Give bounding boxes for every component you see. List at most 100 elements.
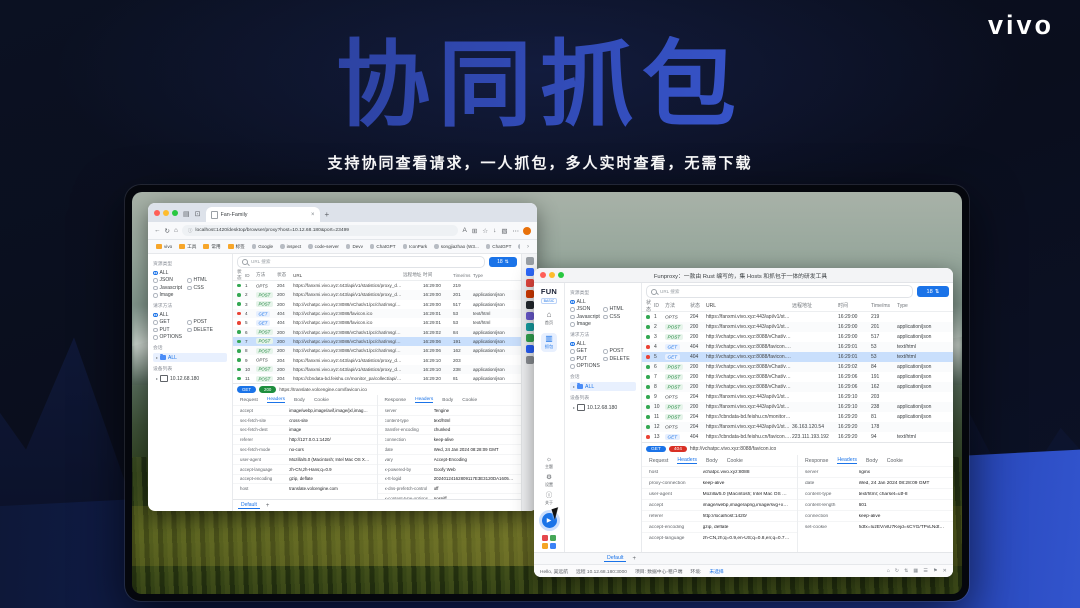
tab[interactable]: Response <box>385 398 407 403</box>
status-icon[interactable]: ✕ <box>943 568 947 574</box>
table-row[interactable]: 9 OPTS 204 https://fanxmi.vivo.xyz:443/a… <box>233 355 521 364</box>
status-icon[interactable]: ▦ <box>913 568 918 574</box>
quick-tool-icon[interactable] <box>542 535 548 541</box>
new-tab-button[interactable]: + <box>325 210 330 219</box>
tab[interactable]: Cookie <box>887 458 903 464</box>
session-tab-default[interactable]: Default <box>604 555 626 562</box>
status-icon[interactable]: ⌂ <box>887 568 890 574</box>
radio-method-get[interactable]: GET <box>570 348 603 356</box>
bookmark-item[interactable]: vivo <box>156 244 172 250</box>
radio-method-delete[interactable]: DELETE <box>187 326 221 334</box>
edge-sidebar-icon[interactable] <box>526 290 534 298</box>
tab[interactable]: Body <box>866 458 878 464</box>
device-item[interactable]: ▸10.12.68.180 <box>153 374 227 383</box>
table-row[interactable]: 1 OPTS 204 https://fanxmi.vivo.xyz:443/a… <box>233 281 521 290</box>
edge-sidebar-icon[interactable] <box>526 279 534 287</box>
table-row[interactable]: 8 POST 200 http://vchatpc.vivo.xyz:8088/… <box>233 346 521 355</box>
radio-resource-image[interactable]: Image <box>570 321 636 329</box>
table-row[interactable]: 10 POST 200 https://fanxmi.vivo.xyz:443/… <box>233 365 521 374</box>
settings-button[interactable]: ⚙设置 <box>545 475 553 488</box>
table-row[interactable]: 6 POST 200 http://vchatpc.vivo.xyz:8088/… <box>642 362 953 372</box>
status-icon[interactable]: ☰ <box>923 568 928 574</box>
edge-sidebar-icon[interactable] <box>526 257 534 265</box>
radio-resource-css[interactable]: CSS <box>187 284 221 292</box>
radio-resource-js[interactable]: Javascript <box>153 284 187 292</box>
table-row[interactable]: 11 POST 204 https://cbndata-bd.feishu.cn… <box>233 374 521 383</box>
close-window-button[interactable] <box>540 272 546 278</box>
radio-resource-html[interactable]: HTML <box>187 277 221 285</box>
radio-resource-all[interactable]: ALL <box>153 269 227 277</box>
edge-sidebar-icon[interactable] <box>526 345 534 353</box>
bookmarks-overflow-chevron[interactable]: › <box>527 244 529 250</box>
radio-method-get[interactable]: GET <box>153 319 187 327</box>
bookmark-item[interactable]: fan-family <box>518 244 520 250</box>
table-row[interactable]: 3 POST 200 http://vchatpc.vivo.xyz:8088/… <box>233 300 521 309</box>
bookmark-item[interactable]: ChatGPT <box>486 244 512 250</box>
about-button[interactable]: ⓘ关于 <box>545 493 553 506</box>
bookmark-item[interactable]: ChatGPT <box>370 244 396 250</box>
edge-sidebar-icon[interactable] <box>526 323 534 331</box>
radio-method-options[interactable]: OPTIONS <box>570 363 636 371</box>
table-row[interactable]: 7 POST 200 http://vchatpc.vivo.xyz:8088/… <box>642 372 953 382</box>
table-row[interactable]: 4 GET 404 http://vchatpc.vivo.xyz:8088/f… <box>233 309 521 318</box>
tab[interactable]: Request <box>240 398 258 403</box>
close-tab-icon[interactable]: × <box>311 212 315 218</box>
session-item-all[interactable]: ▸ALL <box>570 382 636 391</box>
zoom-window-button[interactable] <box>172 210 178 216</box>
device-item[interactable]: ▸10.12.68.180 <box>570 403 636 412</box>
browser-toolbar-icon[interactable]: ▧ <box>501 227 507 235</box>
table-row[interactable]: 13 GET 404 https://cbndata-bd.feishu.cn/… <box>642 432 953 442</box>
radio-method-delete[interactable]: DELETE <box>603 355 636 363</box>
request-count-button[interactable]: 18⇅ <box>489 257 517 267</box>
tab[interactable]: Request <box>649 458 668 464</box>
radio-method-options[interactable]: OPTIONS <box>153 334 227 342</box>
tab[interactable]: Headers <box>267 397 285 403</box>
table-row[interactable]: 8 POST 200 http://vchatpc.vivo.xyz:8088/… <box>642 382 953 392</box>
bookmark-item[interactable]: 标签 <box>228 244 245 250</box>
browser-toolbar-icon[interactable]: ⋯ <box>513 227 520 235</box>
workspaces-icon[interactable]: ⊡ <box>195 210 201 218</box>
tab[interactable]: Headers <box>677 457 697 464</box>
edge-sidebar-icon[interactable] <box>526 301 534 309</box>
search-input[interactable]: URL 搜索 <box>646 285 913 298</box>
table-row[interactable]: 12 OPTS 204 https://fanxmi.vivo.xyz:443/… <box>642 422 953 432</box>
tab[interactable]: Cookie <box>314 398 329 403</box>
status-icon[interactable]: ⚑ <box>933 568 938 574</box>
radio-resource-json[interactable]: JSON <box>570 306 603 314</box>
edge-sidebar-icon[interactable] <box>526 334 534 342</box>
edge-sidebar-icon[interactable] <box>526 356 534 364</box>
table-row[interactable]: 7 POST 200 http://vchatpc.vivo.xyz:8088/… <box>233 337 521 346</box>
radio-method-post[interactable]: POST <box>603 348 636 356</box>
theme-button[interactable]: ☼主题 <box>545 457 553 470</box>
browser-toolbar-icon[interactable]: ☆ <box>482 227 488 235</box>
session-tab-default[interactable]: Default <box>238 502 260 509</box>
address-bar[interactable]: ⓘ localhost:1420/desktop/browser/proxy?h… <box>182 225 459 236</box>
bookmark-item[interactable]: inspect <box>280 244 301 250</box>
tab[interactable]: Cookie <box>462 398 477 403</box>
nav-capture[interactable]: ▥抓包 <box>541 333 557 352</box>
bookmark-item[interactable]: Google <box>252 244 273 250</box>
search-input[interactable]: URL 搜索 <box>237 256 485 268</box>
radio-method-all[interactable]: ALL <box>153 311 227 319</box>
tab[interactable]: Cookie <box>727 458 743 464</box>
bookmark-item[interactable]: Devv <box>346 244 363 250</box>
minimize-window-button[interactable] <box>163 210 169 216</box>
radio-resource-image[interactable]: Image <box>153 292 227 300</box>
browser-toolbar-icon[interactable]: ⊞ <box>472 227 477 235</box>
table-row[interactable]: 3 POST 200 http://vchatpc.vivo.xyz:8088/… <box>642 332 953 342</box>
browser-tab[interactable]: Fan-Family × <box>206 207 320 222</box>
tab[interactable]: Body <box>294 398 305 403</box>
avatar[interactable] <box>523 227 531 235</box>
table-row[interactable]: 9 OPTS 204 https://fanxmi.vivo.xyz:443/a… <box>642 392 953 402</box>
bookmark-item[interactable]: code-server <box>308 244 339 250</box>
request-count-button[interactable]: 18⇅ <box>917 286 949 297</box>
status-icon[interactable]: ↻ <box>895 568 899 574</box>
table-row[interactable]: 1 OPTS 204 https://fanxmi.vivo.xyz:443/a… <box>642 312 953 322</box>
add-session-tab-button[interactable]: + <box>266 503 270 509</box>
radio-resource-js[interactable]: Javascript <box>570 313 603 321</box>
profile-icon[interactable]: ▤ <box>183 210 190 218</box>
session-item-all[interactable]: ▸ALL <box>153 353 227 362</box>
nav-home[interactable]: ⌂首页 <box>545 311 553 326</box>
radio-method-all[interactable]: ALL <box>570 340 636 348</box>
close-window-button[interactable] <box>154 210 160 216</box>
